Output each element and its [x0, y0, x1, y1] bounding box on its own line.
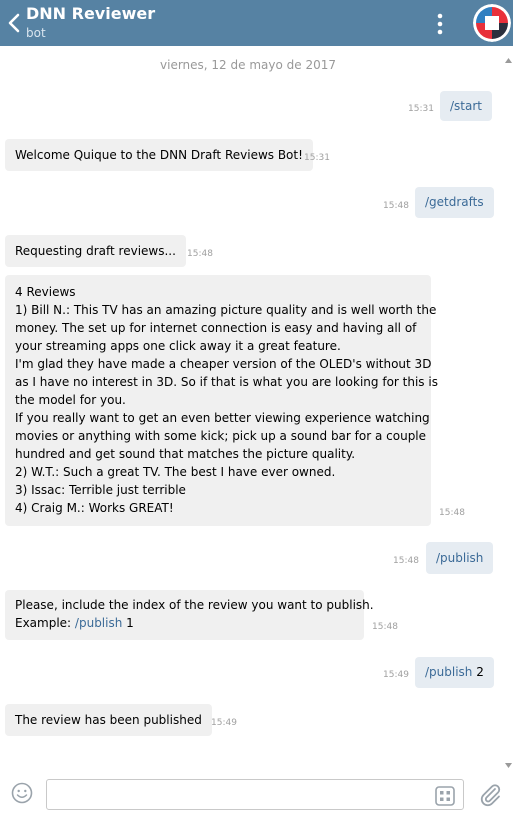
incoming-message[interactable]: Please, include the index of the review … [5, 590, 374, 640]
outgoing-message[interactable]: /publish 2 [415, 657, 494, 688]
message-command: /publish [425, 665, 473, 679]
chat-header: DNN Reviewer bot [0, 0, 513, 46]
message-text: /getdrafts [425, 195, 484, 209]
message-line: Example: /publish 1 [15, 614, 354, 632]
message-line: as I have no interest in 3D. So if that … [15, 375, 438, 389]
message-line: movies or anything with some kick; pick … [15, 429, 427, 443]
command-link[interactable]: /publish [75, 616, 122, 630]
message-text: The review has been published [15, 713, 202, 727]
message-arg: 2 [472, 665, 484, 679]
message-time: 15:48 [393, 556, 419, 566]
composer-bar [0, 768, 513, 821]
message-time: 15:48 [439, 508, 465, 518]
message-text: /start [450, 99, 482, 113]
attach-icon[interactable] [478, 782, 502, 808]
message-text: Welcome Quique to the DNN Draft Reviews … [15, 148, 303, 162]
message-line: 2) W.T.: Such a great TV. The best I hav… [15, 465, 336, 479]
emoji-icon[interactable] [11, 782, 33, 804]
example-label: Example: [15, 616, 75, 630]
message-line: I'm glad they have made a cheaper versio… [15, 357, 432, 371]
chat-subtitle: bot [26, 26, 46, 40]
message-line: money. The set up for internet connectio… [15, 321, 417, 335]
incoming-message[interactable]: Requesting draft reviews... [5, 235, 186, 267]
bot-avatar[interactable] [473, 4, 511, 42]
message-line: hundred and get sound that matches the p… [15, 447, 356, 461]
message-line: If you really want to get an even better… [15, 411, 430, 425]
message-time: 15:48 [383, 201, 409, 211]
more-menu-icon[interactable] [430, 10, 450, 38]
scrollbar[interactable] [504, 58, 513, 768]
message-time: 15:31 [304, 153, 330, 163]
message-line: your streaming apps one click away it a … [15, 339, 341, 353]
message-time: 15:48 [187, 249, 213, 259]
bot-commands-icon[interactable] [435, 786, 455, 806]
message-list[interactable]: viernes, 12 de mayo de 2017 15:31 /start… [0, 46, 513, 768]
outgoing-message[interactable]: /getdrafts [415, 187, 494, 218]
message-time: 15:48 [372, 622, 398, 632]
incoming-message-reviews[interactable]: 4 Reviews 1) Bill N.: This TV has an ama… [5, 275, 438, 526]
chat-title[interactable]: DNN Reviewer [26, 4, 155, 23]
message-time: 15:31 [408, 104, 434, 114]
back-arrow-icon[interactable] [4, 9, 24, 37]
message-line: the model for you. [15, 393, 126, 407]
message-line: 3) Issac: Terrible just terrible [15, 483, 186, 497]
message-line: Please, include the index of the review … [15, 598, 374, 612]
outgoing-message[interactable]: /start [440, 91, 492, 121]
incoming-message[interactable]: The review has been published [5, 704, 212, 736]
incoming-message[interactable]: Welcome Quique to the DNN Draft Reviews … [5, 139, 313, 171]
date-divider: viernes, 12 de mayo de 2017 [160, 58, 336, 72]
message-text: /publish [436, 551, 484, 565]
message-input[interactable] [46, 779, 464, 810]
message-time: 15:49 [383, 670, 409, 680]
message-line: 4 Reviews [15, 285, 76, 299]
message-text: Requesting draft reviews... [15, 244, 176, 258]
message-line: 1) Bill N.: This TV has an amazing pictu… [15, 303, 437, 317]
message-line: 4) Craig M.: Works GREAT! [15, 501, 174, 515]
example-arg: 1 [122, 616, 134, 630]
outgoing-message[interactable]: /publish [426, 542, 494, 574]
message-time: 15:49 [211, 718, 237, 728]
